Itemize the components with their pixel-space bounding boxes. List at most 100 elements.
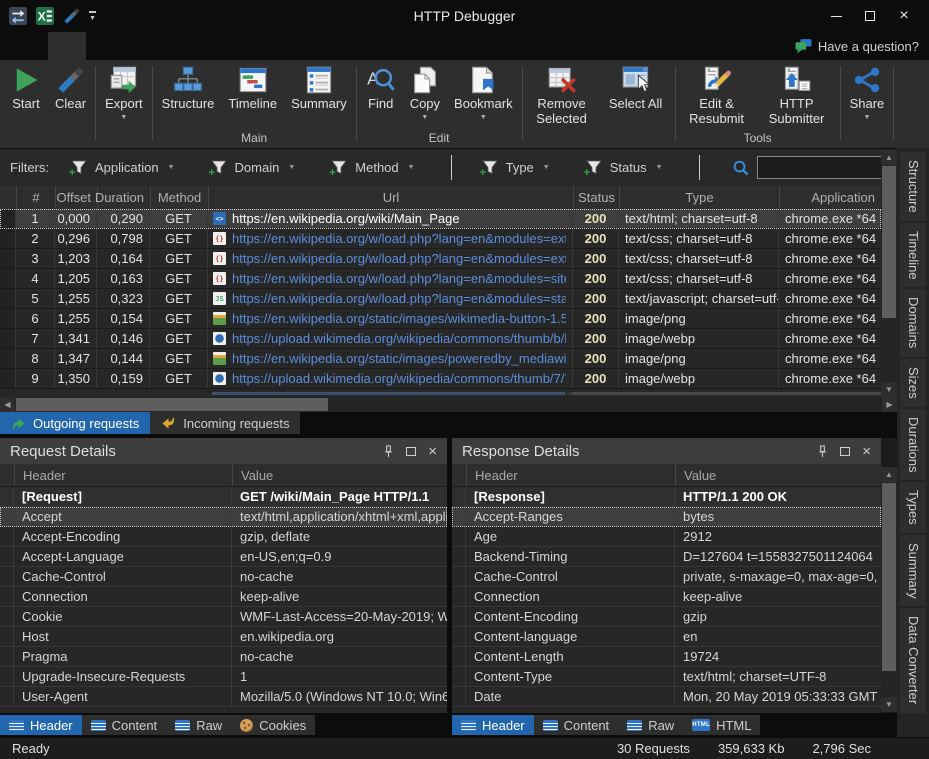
timeline-button[interactable]: Timeline [221,63,284,111]
detail-row[interactable]: User-Agent Mozilla/5.0 (Windows NT 10.0;… [0,687,447,707]
menu-item-file[interactable] [10,32,48,60]
detail-row[interactable]: Accept-Encoding gzip, deflate [0,527,447,547]
request-table-row[interactable]: 9 1,350 0,159 GET https://upload.wikimed… [0,369,881,389]
find-button[interactable]: A Find [359,63,403,111]
minimize-button[interactable] [819,3,853,29]
close-panel-icon[interactable]: × [428,444,437,459]
close-button[interactable]: × [887,3,921,29]
detail-row[interactable]: Date Mon, 20 May 2019 05:33:33 GMT [452,687,881,707]
filter-type[interactable]: + Type ▼ [482,160,550,176]
sidebar-tab-durations[interactable]: Durations [900,409,926,481]
tab-incoming-requests[interactable]: Incoming requests [150,412,300,434]
cell-url[interactable]: JShttps://en.wikipedia.org/w/load.php?la… [208,289,573,308]
structure-button[interactable]: Structure [155,63,222,111]
detail-row[interactable]: Accept text/html,application/xhtml+xml,a… [0,507,447,527]
maximize-panel-icon[interactable] [406,447,416,456]
detail-row[interactable]: Cookie WMF-Last-Access=20-May-2019; WM..… [0,607,447,627]
scroll-up-arrow-icon[interactable]: ▲ [881,150,897,165]
menu-item-home[interactable] [48,32,86,60]
detail-row[interactable]: Connection keep-alive [0,587,447,607]
menu-item-rules[interactable] [86,32,124,60]
sync-arrows-icon[interactable] [8,6,28,26]
column-header-application[interactable]: Application [779,186,881,209]
column-header-method[interactable]: Method [150,186,208,209]
detail-row[interactable]: Host en.wikipedia.org [0,627,447,647]
detail-row[interactable]: Pragma no-cache [0,647,447,667]
detail-row[interactable]: Connection keep-alive [452,587,881,607]
url-link[interactable]: https://upload.wikimedia.org/wikipedia/c… [232,371,566,386]
have-a-question-link[interactable]: Have a question? [795,32,919,60]
url-link[interactable]: https://en.wikipedia.org/static/images/p… [232,351,566,366]
column-header-status[interactable]: Status [573,186,619,209]
maximize-button[interactable] [853,3,887,29]
column-header-header[interactable]: Header [466,464,675,486]
url-link[interactable]: https://en.wikipedia.org/w/load.php?lang… [232,251,566,266]
tab-header[interactable]: Header [0,715,82,735]
url-link[interactable]: https://upload.wikimedia.org/wikipedia/c… [232,331,566,346]
http-submitter-button[interactable]: HTTP Submitter [756,63,838,126]
detail-row[interactable]: Cache-Control private, s-maxage=0, max-a… [452,567,881,587]
request-table-row[interactable]: 5 1,255 0,323 GET JShttps://en.wikipedia… [0,289,881,309]
tab-raw[interactable]: Raw [618,715,683,735]
column-header-duration[interactable]: Duration [97,186,150,209]
cell-url[interactable]: {}https://en.wikipedia.org/w/load.php?la… [208,269,573,288]
maximize-panel-icon[interactable] [840,447,850,456]
request-table-row[interactable]: 6 1,255 0,154 GET https://en.wikipedia.o… [0,309,881,329]
request-table-row[interactable]: 1 0,000 0,290 GET <>https://en.wikipedia… [0,209,881,229]
request-table-row[interactable]: 3 1,203 0,164 GET {}https://en.wikipedia… [0,249,881,269]
detail-row[interactable]: [Response] HTTP/1.1 200 OK [452,487,881,507]
detail-row[interactable]: Content-Length 19724 [452,647,881,667]
tab-cookies[interactable]: Cookies [231,715,315,735]
filter-method[interactable]: + Method ▼ [331,160,414,176]
cell-url[interactable]: https://en.wikipedia.org/static/images/p… [208,349,573,368]
summary-button[interactable]: Summary [284,63,354,111]
tab-content[interactable]: Content [82,715,167,735]
detail-row[interactable]: [Request] GET /wiki/Main_Page HTTP/1.1 [0,487,447,507]
tab-header[interactable]: Header [452,715,534,735]
cell-url[interactable]: {}https://en.wikipedia.org/w/load.php?la… [208,229,573,248]
request-table-row[interactable]: 8 1,347 0,144 GET https://en.wikipedia.o… [0,349,881,369]
remove-selected-button[interactable]: Remove Selected [525,63,599,126]
filter-domain[interactable]: + Domain ▼ [211,160,296,176]
bookmark-button[interactable]: Bookmark ▼ [447,63,520,121]
scroll-right-arrow-icon[interactable]: ▶ [882,397,897,412]
copy-button[interactable]: Copy ▼ [403,63,447,121]
scroll-left-arrow-icon[interactable]: ◀ [0,397,15,412]
column-header-type[interactable]: Type [619,186,779,209]
tab-outgoing-requests[interactable]: Outgoing requests [0,412,150,434]
pin-icon[interactable] [383,445,394,458]
detail-row[interactable]: Content-Encoding gzip [452,607,881,627]
url-link[interactable]: https://en.wikipedia.org/wiki/Main_Page [232,211,460,226]
column-header-value[interactable]: Value [232,464,447,486]
request-table-row[interactable]: 2 0,296 0,798 GET {}https://en.wikipedia… [0,229,881,249]
sidebar-tab-data-converter[interactable]: Data Converter [900,608,926,712]
quick-access-dropdown-icon[interactable]: ▼ [89,11,96,22]
detail-row[interactable]: Cache-Control no-cache [0,567,447,587]
tab-raw[interactable]: Raw [166,715,231,735]
sidebar-tab-timeline[interactable]: Timeline [900,223,926,288]
request-table-row[interactable]: 7 1,341 0,146 GET https://upload.wikimed… [0,329,881,349]
sidebar-tab-structure[interactable]: Structure [900,152,926,221]
scroll-down-arrow-icon[interactable]: ▼ [881,382,897,397]
detail-row[interactable]: Accept-Ranges bytes [452,507,881,527]
url-link[interactable]: https://en.wikipedia.org/w/load.php?lang… [232,271,566,286]
sidebar-tab-summary[interactable]: Summary [900,535,926,607]
filter-status[interactable]: + Status ▼ [586,160,663,176]
column-header-value[interactable]: Value [675,464,881,486]
cell-url[interactable]: {}https://en.wikipedia.org/w/load.php?la… [208,249,573,268]
tab-content[interactable]: Content [534,715,619,735]
close-panel-icon[interactable]: × [862,444,871,459]
start-button[interactable]: Start [4,63,48,111]
menu-item-help[interactable] [162,32,200,60]
horizontal-scrollbar[interactable]: ◀ ▶ [0,397,897,412]
tab-html[interactable]: HTML HTML [683,715,760,735]
url-link[interactable]: https://en.wikipedia.org/w/load.php?lang… [232,291,566,306]
share-button[interactable]: Share ▼ [843,63,892,121]
cell-url[interactable]: https://upload.wikimedia.org/wikipedia/c… [208,369,573,388]
url-link[interactable]: https://en.wikipedia.org/w/load.php?lang… [232,231,566,246]
table-scrollbar-thumb[interactable] [882,166,896,318]
response-scrollbar-thumb[interactable] [882,483,896,671]
detail-row[interactable]: Upgrade-Insecure-Requests 1 [0,667,447,687]
column-header-url[interactable]: Url [208,186,573,209]
select-all-button[interactable]: Select All [599,63,673,111]
